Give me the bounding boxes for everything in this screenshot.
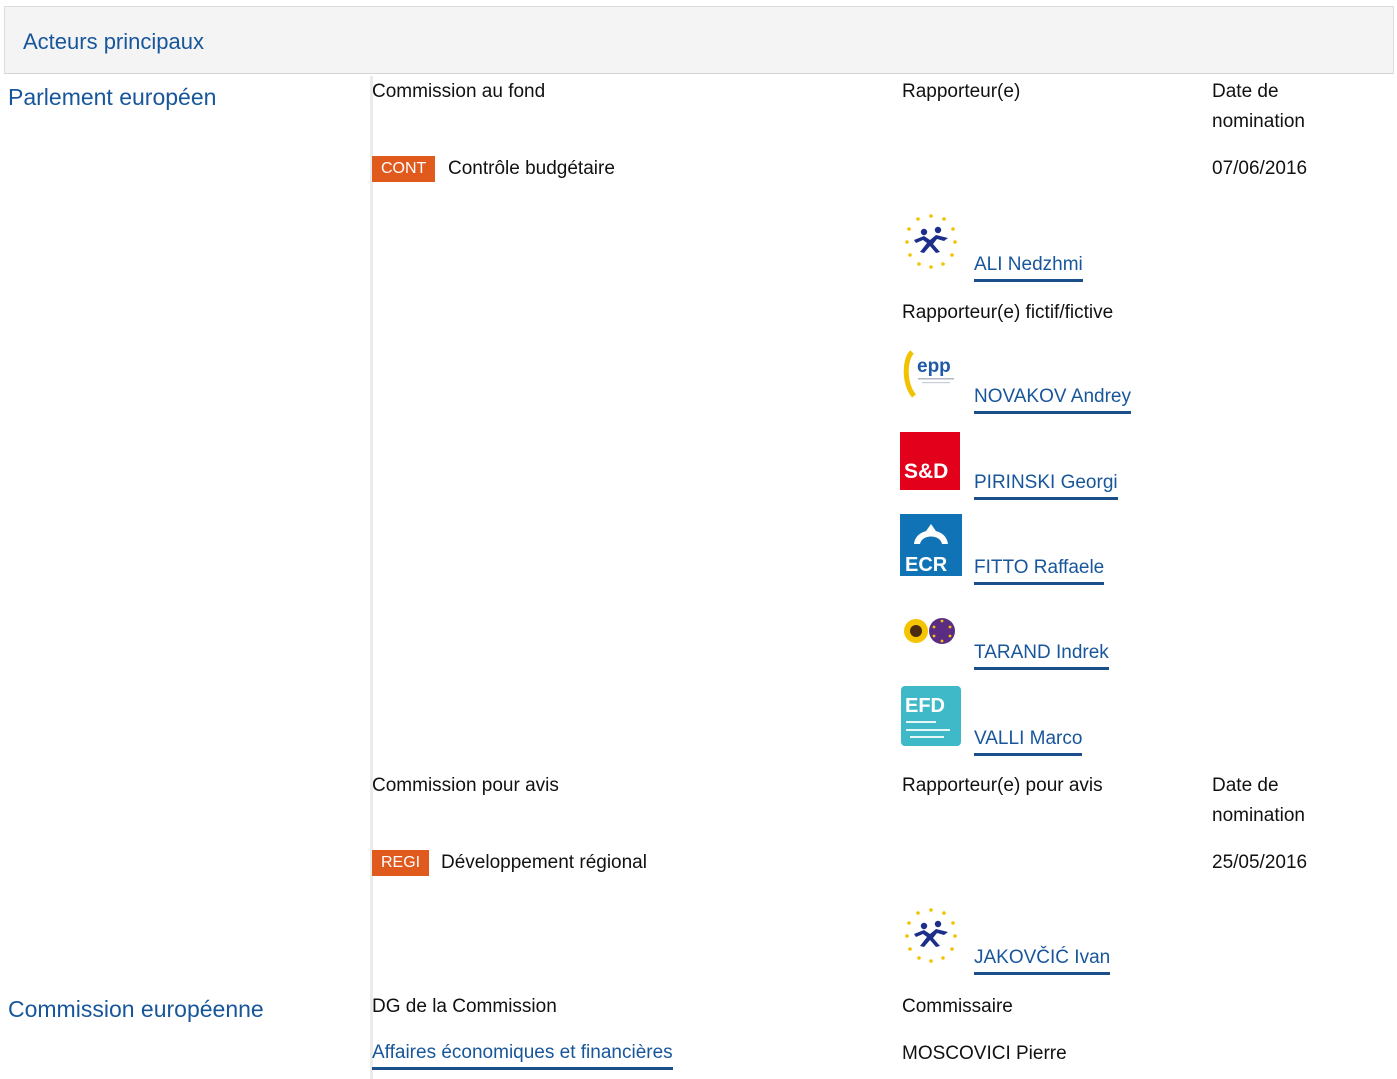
procedure-actors-page: Acteurs principaux Parlement européen Co…: [0, 0, 1397, 1079]
alde-logo-icon: [900, 904, 962, 966]
epp-logo-icon: epp: [900, 344, 962, 406]
commission-section-title: Commission européenne: [8, 996, 264, 1022]
rapporteur-link-jakovcic[interactable]: JAKOVČIĆ Ivan: [974, 946, 1111, 975]
alde-logo-icon: [900, 210, 962, 272]
committee-name-cont: Contrôle budgétaire: [448, 158, 615, 179]
svg-text:EFD: EFD: [905, 695, 945, 717]
parlement-section-title: Parlement européen: [8, 84, 217, 110]
actors-panel: [370, 76, 1397, 1079]
section-header: Acteurs principaux: [4, 6, 1394, 74]
col-commissaire: Commissaire: [902, 996, 1013, 1017]
col-commission-avis: Commission pour avis: [372, 775, 559, 796]
shadow-link-pirinski[interactable]: PIRINSKI Georgi: [974, 471, 1118, 500]
svg-text:ECR: ECR: [905, 554, 948, 576]
col-rapporteur-avis: Rapporteur(e) pour avis: [902, 775, 1103, 796]
svg-text:epp: epp: [917, 356, 951, 377]
page-title: Acteurs principaux: [23, 29, 204, 54]
commissaire-name: MOSCOVICI Pierre: [902, 1043, 1067, 1064]
ecr-logo-icon: ECR: [900, 514, 962, 576]
shadow-link-valli[interactable]: VALLI Marco: [974, 727, 1083, 756]
dg-link-ecfin[interactable]: Affaires économiques et financières: [372, 1041, 673, 1070]
committee-name-regi: Développement régional: [441, 852, 647, 873]
nomination-date-cont: 07/06/2016: [1212, 158, 1308, 179]
shadow-link-fitto[interactable]: FITTO Raffaele: [974, 556, 1105, 585]
committee-badge-cont: CONT: [372, 156, 436, 182]
svg-text:S&D: S&D: [904, 460, 948, 483]
shadow-link-tarand[interactable]: TARAND Indrek: [974, 641, 1109, 670]
col-date-nomination: Date de nomination: [1212, 81, 1305, 132]
col-commission-fond: Commission au fond: [372, 81, 546, 102]
nomination-date-regi: 25/05/2016: [1212, 852, 1308, 873]
shadow-link-novakov[interactable]: NOVAKOV Andrey: [974, 385, 1131, 414]
col-dg-commission: DG de la Commission: [372, 996, 557, 1017]
shadow-rapporteur-label: Rapporteur(e) fictif/fictive: [902, 302, 1114, 323]
col-date-nomination-avis: Date de nomination: [1212, 775, 1305, 826]
s-and-d-logo-icon: S&D: [900, 430, 962, 492]
rapporteur-link-ali[interactable]: ALI Nedzhmi: [974, 253, 1083, 282]
greens-efa-logo-icon: [900, 600, 962, 662]
efdd-logo-icon: EFD: [900, 685, 962, 747]
committee-badge-regi: REGI: [372, 850, 430, 876]
col-rapporteur: Rapporteur(e): [902, 81, 1021, 102]
